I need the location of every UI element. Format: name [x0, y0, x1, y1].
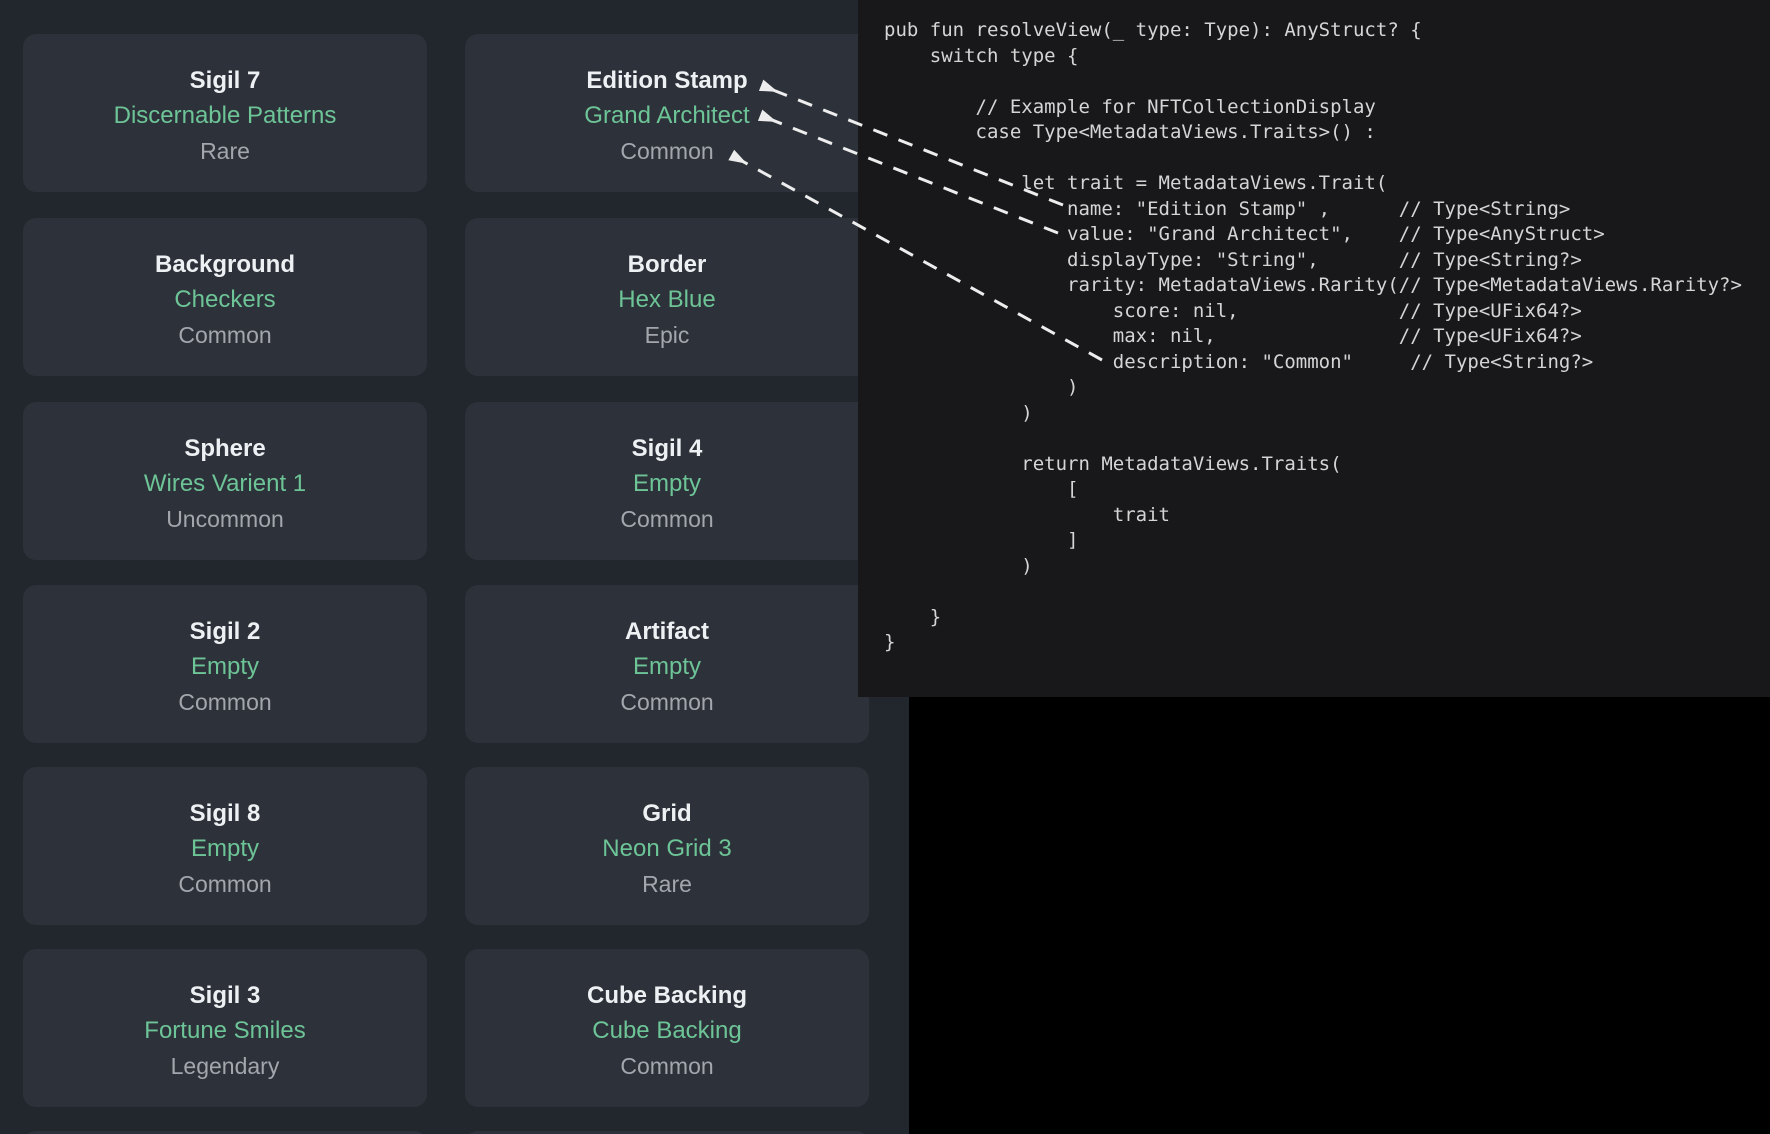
trait-value: Cube Backing — [592, 1013, 741, 1049]
trait-rarity: Epic — [645, 318, 690, 352]
trait-card: Cube Backing Cube Backing Common — [465, 949, 869, 1107]
code-panel: pub fun resolveView(_ type: Type): AnySt… — [858, 0, 1770, 697]
trait-value: Empty — [633, 649, 701, 685]
trait-name: Sigil 7 — [190, 64, 261, 98]
trait-name: Sigil 4 — [632, 432, 703, 466]
trait-card: Sigil 8 Empty Common — [23, 767, 427, 925]
trait-value: Checkers — [174, 282, 275, 318]
trait-value: Hex Blue — [618, 282, 715, 318]
trait-card: Background Checkers Common — [23, 218, 427, 376]
trait-name: Artifact — [625, 615, 709, 649]
trait-rarity: Common — [620, 1049, 713, 1083]
trait-rarity: Rare — [200, 134, 250, 168]
trait-name: Background — [155, 248, 295, 282]
trait-rarity: Common — [178, 867, 271, 901]
trait-card: Grid Neon Grid 3 Rare — [465, 767, 869, 925]
trait-value: Empty — [633, 466, 701, 502]
trait-name: Sigil 2 — [190, 615, 261, 649]
trait-card: Border Hex Blue Epic — [465, 218, 869, 376]
trait-name: Cube Backing — [587, 979, 747, 1013]
trait-value: Discernable Patterns — [114, 98, 337, 134]
trait-rarity: Common — [178, 685, 271, 719]
desktop-black-area — [909, 697, 1770, 1134]
trait-name: Sphere — [184, 432, 265, 466]
trait-card: Sigil 7 Discernable Patterns Rare — [23, 34, 427, 192]
trait-rarity: Rare — [642, 867, 692, 901]
screenshot-root: Sigil 7 Discernable Patterns Rare Backgr… — [0, 0, 1770, 1134]
trait-name: Sigil 8 — [190, 797, 261, 831]
trait-name: Border — [628, 248, 707, 282]
trait-card: Sigil 4 Empty Common — [465, 402, 869, 560]
trait-card: Edition Stamp Grand Architect Common — [465, 34, 869, 192]
trait-rarity: Common — [620, 134, 713, 168]
trait-value: Wires Varient 1 — [144, 466, 306, 502]
trait-card: Sphere Wires Varient 1 Uncommon — [23, 402, 427, 560]
trait-value: Empty — [191, 649, 259, 685]
cadence-code: pub fun resolveView(_ type: Type): AnySt… — [858, 0, 1770, 656]
trait-value: Fortune Smiles — [144, 1013, 305, 1049]
trait-card: Sigil 3 Fortune Smiles Legendary — [23, 949, 427, 1107]
trait-rarity: Common — [178, 318, 271, 352]
trait-name: Sigil 3 — [190, 979, 261, 1013]
trait-card: Sigil 2 Empty Common — [23, 585, 427, 743]
trait-value: Neon Grid 3 — [602, 831, 731, 867]
trait-rarity: Uncommon — [166, 502, 284, 536]
trait-rarity: Legendary — [171, 1049, 280, 1083]
trait-value: Empty — [191, 831, 259, 867]
trait-name: Edition Stamp — [586, 64, 747, 98]
trait-rarity: Common — [620, 502, 713, 536]
trait-name: Grid — [642, 797, 691, 831]
trait-rarity: Common — [620, 685, 713, 719]
trait-value: Grand Architect — [584, 98, 749, 134]
trait-card: Artifact Empty Common — [465, 585, 869, 743]
